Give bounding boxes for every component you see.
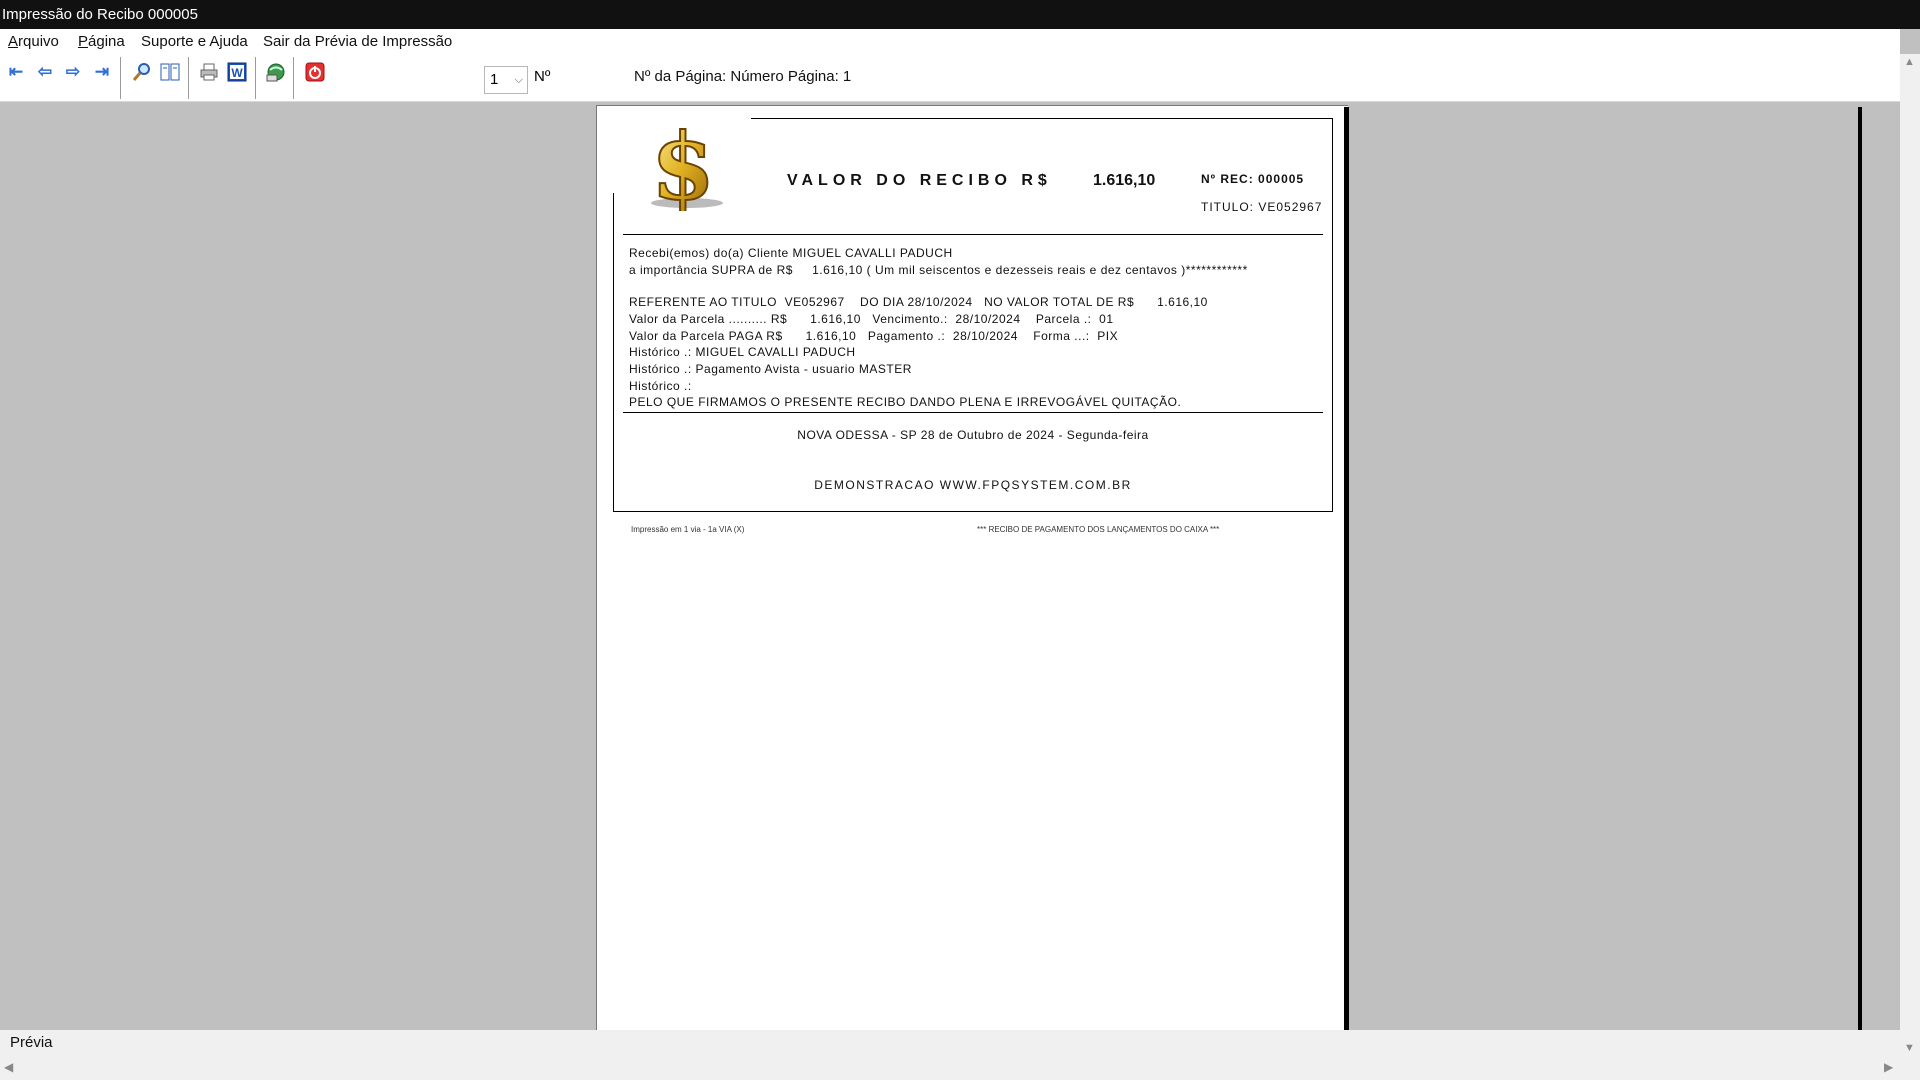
next-page-icon[interactable]: ⇨ — [61, 60, 85, 84]
scroll-down-icon[interactable]: ▼ — [1904, 1042, 1915, 1054]
zoom-icon[interactable] — [130, 60, 154, 84]
page-number-label: Nº — [534, 68, 551, 85]
demo-text: DEMONSTRACAO WWW.FPQSYSTEM.COM.BR — [814, 478, 1132, 492]
receipt-heading-value: 1.616,10 — [1093, 172, 1156, 189]
receipt-line: REFERENTE AO TITULO VE052967 DO DIA 28/1… — [629, 295, 1208, 309]
preview-area: $ VALOR DO RECIBO R$ 1.616,10 Nº REC: 00… — [0, 103, 1900, 1030]
receipt-line: a importância SUPRA de R$ 1.616,10 ( Um … — [629, 263, 1248, 277]
receipt-heading: VALOR DO RECIBO R$ — [787, 172, 1052, 189]
receipt-line: Recebi(emos) do(a) Cliente MIGUEL CAVALL… — [629, 246, 953, 260]
toolbar-separator — [120, 57, 121, 99]
toolbar-separator — [188, 57, 189, 99]
page-info: Nº da Página: Número Página: 1 — [634, 68, 852, 85]
menu-suporte-ajuda[interactable]: Suporte e Ajuda — [141, 29, 248, 54]
divider — [623, 412, 1323, 413]
first-page-icon[interactable]: ⇤ — [4, 60, 28, 84]
scroll-left-icon[interactable]: ◀ — [4, 1060, 13, 1074]
svg-text:$: $ — [651, 121, 715, 211]
toolbar: ⇤ ⇦ ⇨ ⇥ W 1 ⌵ Nº Nº da Página: Número Pá… — [0, 54, 1900, 102]
receipt-line: Histórico .: — [629, 379, 692, 393]
place-date: NOVA ODESSA - SP 28 de Outubro de 2024 -… — [797, 428, 1149, 442]
scroll-right-icon[interactable]: ▶ — [1884, 1060, 1893, 1074]
page-shadow — [1344, 107, 1349, 1030]
footer-right: *** RECIBO DE PAGAMENTO DOS LANÇAMENTOS … — [977, 525, 1220, 534]
chevron-down-icon: ⌵ — [514, 74, 523, 86]
receipt-page: $ VALOR DO RECIBO R$ 1.616,10 Nº REC: 00… — [596, 105, 1348, 1030]
page-select-value: 1 — [490, 71, 499, 88]
word-icon[interactable]: W — [225, 60, 249, 84]
receipt-border — [1332, 118, 1333, 210]
menu-sair-previa[interactable]: Sair da Prévia de Impressão — [263, 29, 452, 54]
receipt-border — [751, 118, 1333, 119]
receipt-line: Histórico .: MIGUEL CAVALLI PADUCH — [629, 345, 856, 359]
two-pages-icon[interactable] — [158, 60, 182, 84]
divider — [623, 234, 1323, 235]
menu-pagina[interactable]: Página — [78, 29, 125, 54]
page-select[interactable]: 1 ⌵ — [484, 66, 528, 94]
svg-text:W: W — [231, 66, 243, 80]
receipt-number: Nº REC: 000005 — [1201, 172, 1305, 186]
menu-arquivo[interactable]: Arquivo — [8, 29, 59, 54]
printer-icon[interactable] — [197, 60, 221, 84]
toolbar-separator — [255, 57, 256, 99]
receipt-line: Valor da Parcela .......... R$ 1.616,10 … — [629, 312, 1114, 326]
receipt-line: Valor da Parcela PAGA R$ 1.616,10 Pagame… — [629, 329, 1119, 343]
scroll-up-icon[interactable]: ▲ — [1904, 56, 1915, 68]
footer-left: Impressão em 1 via - 1a VIA (X) — [631, 525, 745, 534]
toolbar-separator — [293, 57, 294, 99]
last-page-icon[interactable]: ⇥ — [90, 60, 114, 84]
exit-icon[interactable] — [303, 60, 327, 84]
prev-page-icon[interactable]: ⇦ — [33, 60, 57, 84]
dollar-logo-icon: $ — [637, 112, 733, 222]
menu-bar: Arquivo Página Suporte e Ajuda Sair da P… — [0, 29, 1900, 54]
receipt-line: Histórico .: Pagamento Avista - usuario … — [629, 362, 912, 376]
receipt-titulo: TITULO: VE052967 — [1201, 200, 1323, 214]
window-title: Impressão do Recibo 000005 — [0, 0, 1920, 29]
horizontal-scrollbar[interactable]: ◀ ▶ — [0, 1056, 1920, 1080]
status-bar: Prévia — [0, 1030, 1900, 1056]
vertical-scrollbar[interactable]: ▲ ▼ — [1900, 54, 1920, 1056]
page-edge — [1858, 107, 1862, 1030]
export-icon[interactable] — [264, 60, 288, 84]
receipt-line: PELO QUE FIRMAMOS O PRESENTE RECIBO DAND… — [629, 395, 1182, 409]
